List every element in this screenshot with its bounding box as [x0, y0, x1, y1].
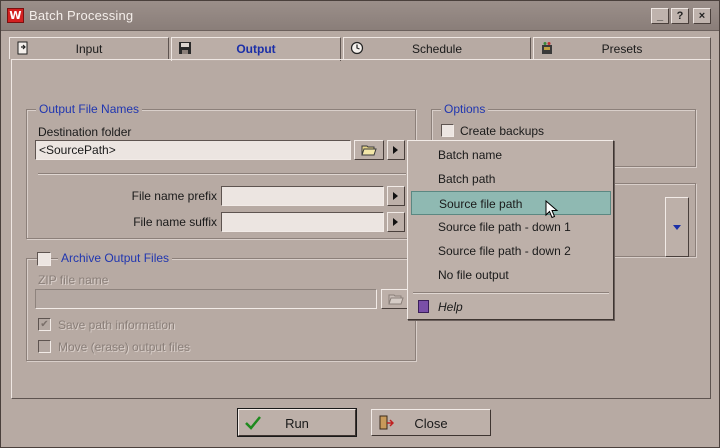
menu-item-help[interactable]: Help [411, 295, 611, 319]
tab-presets-label: Presets [601, 42, 643, 56]
tab-presets[interactable]: Presets [533, 37, 711, 59]
archive-output-label: Archive Output Files [58, 251, 173, 265]
open-folder-icon [361, 145, 377, 156]
zip-file-name-input[interactable] [35, 289, 377, 309]
window-title: Batch Processing [29, 8, 134, 23]
menu-item-batch-path[interactable]: Batch path [411, 167, 611, 191]
batch-processing-window: W Batch Processing _ ? × Input Output Sc… [0, 0, 720, 448]
menu-item-source-file-path-down-2[interactable]: Source file path - down 2 [411, 239, 611, 263]
create-backups-checkbox[interactable] [441, 124, 454, 137]
prefix-menu-arrow-button[interactable] [387, 186, 405, 206]
file-name-prefix-input[interactable] [221, 186, 384, 206]
group-divider [38, 173, 406, 175]
menu-item-batch-name[interactable]: Batch name [411, 143, 611, 167]
destination-menu-arrow-button[interactable] [387, 140, 405, 160]
file-name-prefix-label: File name prefix [131, 189, 217, 203]
menu-item-source-file-path-down-1[interactable]: Source file path - down 1 [411, 215, 611, 239]
tab-input[interactable]: Input [9, 37, 169, 59]
move-output-label: Move (erase) output files [58, 340, 191, 354]
mouse-pointer-icon [545, 200, 559, 219]
tab-output-label: Output [236, 42, 276, 56]
archive-output-checkbox[interactable] [37, 252, 51, 266]
open-folder-icon [388, 294, 404, 305]
output-file-names-title: Output File Names [36, 102, 143, 116]
file-name-suffix-label: File name suffix [133, 215, 217, 229]
minimize-button[interactable]: _ [651, 8, 669, 24]
dropdown-arrow-button[interactable] [665, 197, 689, 257]
destination-popup-menu: Batch name Batch path Source file path S… [407, 140, 614, 320]
tab-schedule[interactable]: Schedule [343, 37, 531, 59]
menu-item-source-file-path[interactable]: Source file path [411, 191, 611, 215]
browse-folder-button[interactable] [354, 140, 384, 160]
triangle-right-icon [393, 146, 398, 154]
options-title: Options [441, 102, 489, 116]
move-output-checkbox[interactable] [38, 340, 51, 353]
tab-bar: Input Output Schedule Presets [9, 37, 711, 61]
close-button-label: Close [414, 416, 448, 431]
save-path-checkbox[interactable]: ✔ [38, 318, 51, 331]
create-backups-label: Create backups [460, 124, 545, 138]
triangle-right-icon [393, 218, 398, 226]
close-window-button[interactable]: × [693, 8, 711, 24]
title-bar: W Batch Processing _ ? × [1, 1, 719, 31]
menu-separator [413, 292, 609, 294]
file-name-suffix-input[interactable] [221, 212, 384, 232]
chevron-down-icon [673, 225, 681, 230]
destination-folder-label: Destination folder [38, 125, 132, 139]
destination-folder-input[interactable]: <SourcePath> [35, 140, 351, 160]
save-path-label: Save path information [58, 318, 175, 332]
app-logo-icon: W [7, 8, 24, 23]
menu-item-no-file-output[interactable]: No file output [411, 263, 611, 287]
help-book-icon [418, 300, 429, 313]
tab-output[interactable]: Output [171, 37, 341, 61]
close-button[interactable]: Close [371, 409, 491, 436]
triangle-right-icon [393, 192, 398, 200]
menu-item-help-label: Help [438, 300, 463, 314]
help-button[interactable]: ? [671, 8, 689, 24]
run-button[interactable]: Run [237, 408, 357, 437]
tab-input-label: Input [75, 42, 103, 56]
zip-file-name-label: ZIP file name [38, 273, 109, 287]
suffix-menu-arrow-button[interactable] [387, 212, 405, 232]
run-button-label: Run [285, 416, 309, 431]
tab-schedule-label: Schedule [411, 42, 463, 56]
